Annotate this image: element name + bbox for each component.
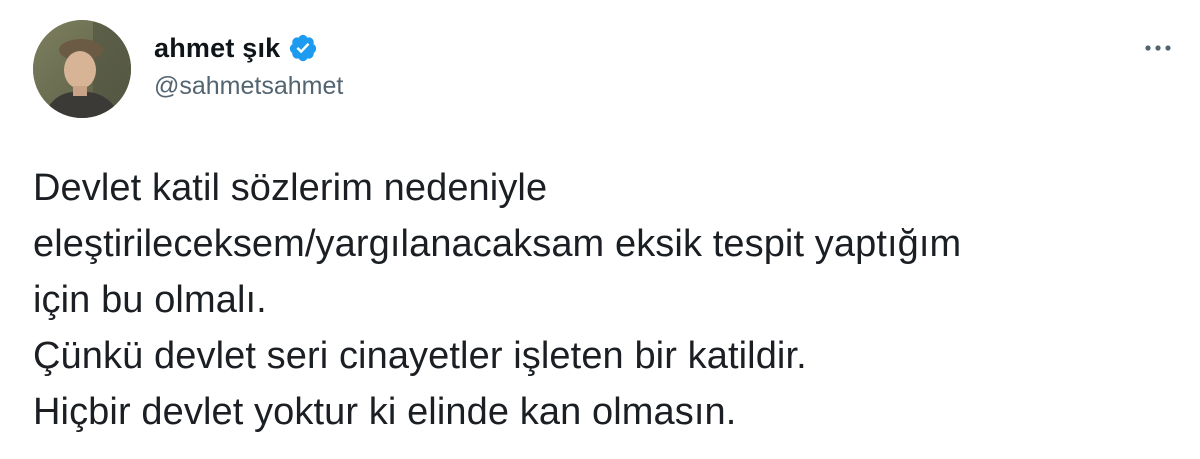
tweet-line: eleştirileceksem/yargılanacaksam eksik t… xyxy=(33,223,962,265)
verified-badge-icon xyxy=(288,33,318,63)
display-name[interactable]: ahmet şık xyxy=(154,33,280,64)
tweet-line: Devlet katil sözlerim nedeniyle xyxy=(33,167,548,209)
tweet-text: Devlet katil sözlerim nedeniyle eleştiri… xyxy=(33,160,1183,440)
author-name-row[interactable]: ahmet şık xyxy=(154,30,318,66)
author-handle[interactable]: @sahmetsahmet xyxy=(154,72,343,101)
tweet-card: ahmet şık @sahmetsahmet Devlet katil söz… xyxy=(0,0,1200,459)
avatar[interactable] xyxy=(33,20,131,118)
tweet-line: Hiçbir devlet yoktur ki elinde kan olmas… xyxy=(33,391,737,433)
tweet-line: Çünkü devlet seri cinayetler işleten bir… xyxy=(33,335,807,377)
tweet-line: için bu olmalı. xyxy=(33,279,267,321)
more-horizontal-icon[interactable] xyxy=(1136,30,1180,66)
